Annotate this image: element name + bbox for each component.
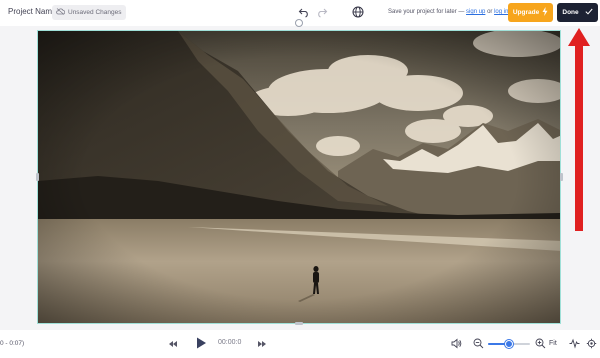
left-resize-handle[interactable] — [36, 173, 39, 181]
check-icon — [585, 8, 593, 17]
save-hint-text: Save your project for later — — [388, 9, 467, 15]
log-in-link[interactable]: log in — [494, 9, 508, 15]
project-name[interactable]: Project Name — [8, 7, 56, 16]
settings-icon[interactable] — [586, 338, 597, 349]
lightning-icon — [542, 7, 548, 18]
undo-icon[interactable] — [298, 6, 310, 18]
rewind-icon[interactable] — [168, 339, 178, 349]
rotate-handle[interactable] — [295, 19, 303, 27]
editor-canvas — [0, 19, 600, 330]
unsaved-changes-badge: Unsaved Changes — [52, 5, 127, 20]
redo-icon[interactable] — [316, 6, 328, 18]
zoom-slider-thumb[interactable] — [505, 340, 513, 348]
sign-up-link[interactable]: sign up — [466, 9, 485, 15]
upgrade-button[interactable]: Upgrade — [508, 3, 553, 22]
zoom-in-icon[interactable] — [535, 338, 546, 349]
fast-forward-icon[interactable] — [257, 339, 267, 349]
play-icon[interactable] — [194, 336, 208, 350]
cloud-off-icon — [56, 8, 66, 17]
done-button[interactable]: Done — [557, 3, 598, 22]
video-frame[interactable] — [37, 30, 561, 324]
save-hint-or: or — [485, 9, 495, 15]
save-project-hint: Save your project for later — sign up or… — [388, 9, 508, 15]
waveform-icon[interactable] — [569, 338, 580, 349]
globe-icon[interactable] — [352, 6, 364, 18]
zoom-out-icon[interactable] — [473, 338, 484, 349]
fit-button[interactable]: Fit — [549, 340, 557, 347]
red-arrow-annotation — [566, 26, 592, 241]
volume-icon[interactable] — [451, 338, 462, 349]
right-resize-handle[interactable] — [560, 173, 563, 181]
time-range: 0 - 0:07) — [0, 340, 25, 347]
unsaved-changes-label: Unsaved Changes — [68, 9, 122, 16]
bottom-resize-handle[interactable] — [295, 322, 303, 325]
zoom-slider[interactable] — [488, 340, 530, 348]
vignette — [38, 31, 560, 323]
playback-bar: 0 - 0:07) 00:00:0 Fit — [0, 330, 600, 358]
upgrade-label: Upgrade — [512, 9, 540, 16]
timecode: 00:00:0 — [218, 339, 242, 346]
done-label: Done — [562, 9, 579, 16]
